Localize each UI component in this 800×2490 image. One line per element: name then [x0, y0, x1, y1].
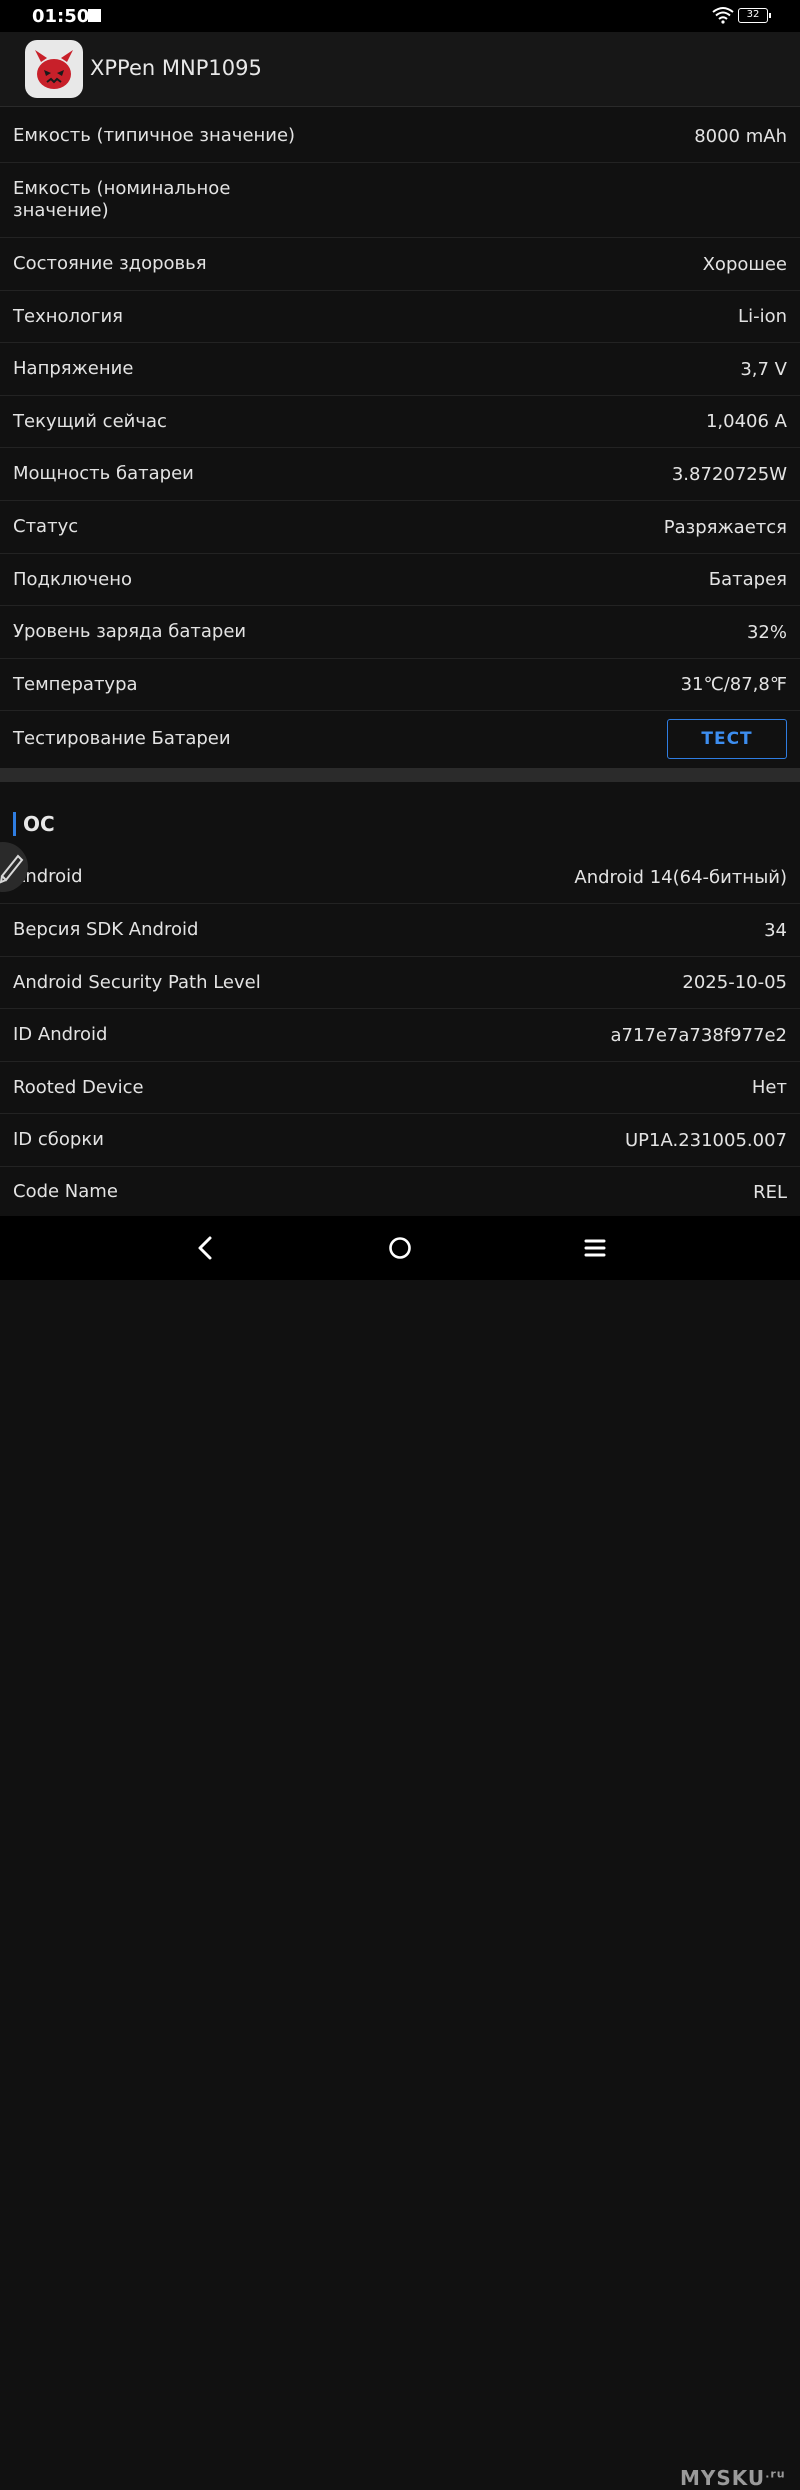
- os-info-list: Android Android 14(64-битный) Версия SDK…: [0, 851, 800, 1217]
- row-status: Статус Разряжается: [0, 501, 800, 554]
- row-label: Емкость (номинальное значение): [13, 178, 231, 221]
- row-label: Напряжение: [13, 358, 134, 379]
- row-technology: Технология Li-ion: [0, 291, 800, 343]
- section-accent-bar: [13, 812, 16, 836]
- row-label: Технология: [13, 305, 124, 327]
- section-title: ОС: [23, 812, 55, 836]
- notification-icon: [88, 9, 101, 22]
- row-value: 3,7 V: [740, 358, 787, 380]
- row-sdk-version: Версия SDK Android 34: [0, 904, 800, 957]
- row-label: Версия SDK Android: [13, 919, 199, 940]
- row-value: Android 14(64-битный): [574, 866, 787, 888]
- row-label: Текущий сейчас: [13, 410, 167, 432]
- row-value: 32%: [746, 621, 787, 643]
- row-battery-test: Тестирование Батареи ТЕСТ: [0, 711, 800, 767]
- row-label: Тестирование Батареи: [13, 728, 231, 749]
- navigation-bar: MYSKU.ru: [0, 1216, 800, 2490]
- floating-edit-button[interactable]: [0, 842, 28, 892]
- row-value: 3.8720725W: [671, 463, 787, 485]
- test-battery-button[interactable]: ТЕСТ: [667, 719, 787, 759]
- row-power: Мощность батареи 3.8720725W: [0, 448, 800, 501]
- row-label: Rooted Device: [13, 1076, 144, 1098]
- row-value: Li-ion: [738, 306, 787, 327]
- row-label: Емкость (типичное значение): [13, 125, 296, 146]
- row-label: Подключено: [13, 568, 133, 590]
- row-value: Батарея: [708, 569, 787, 590]
- row-label: Статус: [13, 516, 79, 537]
- row-value: a717e7a738f977e2: [610, 1024, 787, 1046]
- row-label: Мощность батареи: [13, 463, 194, 484]
- row-value: Нет: [751, 1077, 787, 1098]
- row-label: ID сборки: [13, 1129, 104, 1150]
- watermark: MYSKU.ru: [680, 2466, 786, 2490]
- section-header-os: ОС: [13, 812, 55, 836]
- watermark-text: MYSKU: [680, 2466, 766, 2490]
- home-icon[interactable]: [382, 1230, 418, 1266]
- row-capacity-nominal: Емкость (номинальное значение): [0, 163, 800, 238]
- row-value: 31℃/87,8℉: [680, 674, 787, 695]
- app-title: XPPen MNP1095: [90, 56, 262, 80]
- row-temperature: Температура 31℃/87,8℉: [0, 659, 800, 711]
- back-icon[interactable]: [188, 1230, 224, 1266]
- row-android: Android Android 14(64-битный): [0, 851, 800, 904]
- watermark-suffix: .ru: [765, 2467, 786, 2481]
- row-label: ID Android: [13, 1024, 108, 1045]
- row-charge-level: Уровень заряда батареи 32%: [0, 606, 800, 659]
- row-value: Хорошее: [702, 253, 787, 275]
- row-health: Состояние здоровья Хорошее: [0, 238, 800, 291]
- antutu-logo-icon: [25, 40, 83, 98]
- row-label: Code Name: [13, 1181, 118, 1202]
- row-value: 34: [764, 919, 787, 941]
- row-label: Температура: [13, 673, 138, 695]
- menu-icon[interactable]: [577, 1230, 613, 1266]
- row-value: 8000 mAh: [694, 125, 787, 147]
- battery-icon: 32: [738, 8, 771, 23]
- battery-info-list: Емкость (типичное значение) 8000 mAh Емк…: [0, 110, 800, 767]
- wifi-icon: [712, 7, 734, 24]
- row-value: 1,0406 A: [705, 411, 787, 432]
- row-value: REL: [753, 1181, 787, 1203]
- pencil-icon: [0, 854, 24, 884]
- app-bar: XPPen MNP1095: [0, 32, 800, 107]
- row-capacity-typical: Емкость (типичное значение) 8000 mAh: [0, 110, 800, 163]
- row-connected: Подключено Батарея: [0, 554, 800, 606]
- row-android-id: ID Android a717e7a738f977e2: [0, 1009, 800, 1062]
- status-bar: 01:50 32: [0, 0, 800, 32]
- row-code-name: Code Name REL: [0, 1167, 800, 1217]
- row-value: 2025-10-05: [682, 972, 787, 993]
- row-current: Текущий сейчас 1,0406 A: [0, 396, 800, 448]
- row-voltage: Напряжение 3,7 V: [0, 343, 800, 396]
- row-value: Разряжается: [663, 516, 787, 538]
- row-label: Состояние здоровья: [13, 253, 207, 274]
- row-label: Уровень заряда батареи: [13, 621, 247, 642]
- status-time: 01:50: [32, 6, 90, 27]
- row-build-id: ID сборки UP1A.231005.007: [0, 1114, 800, 1167]
- row-security-patch: Android Security Path Level 2025-10-05: [0, 957, 800, 1009]
- row-rooted: Rooted Device Нет: [0, 1062, 800, 1114]
- row-value: UP1A.231005.007: [625, 1129, 787, 1151]
- row-label: Android Security Path Level: [13, 971, 261, 993]
- section-divider: [0, 768, 800, 782]
